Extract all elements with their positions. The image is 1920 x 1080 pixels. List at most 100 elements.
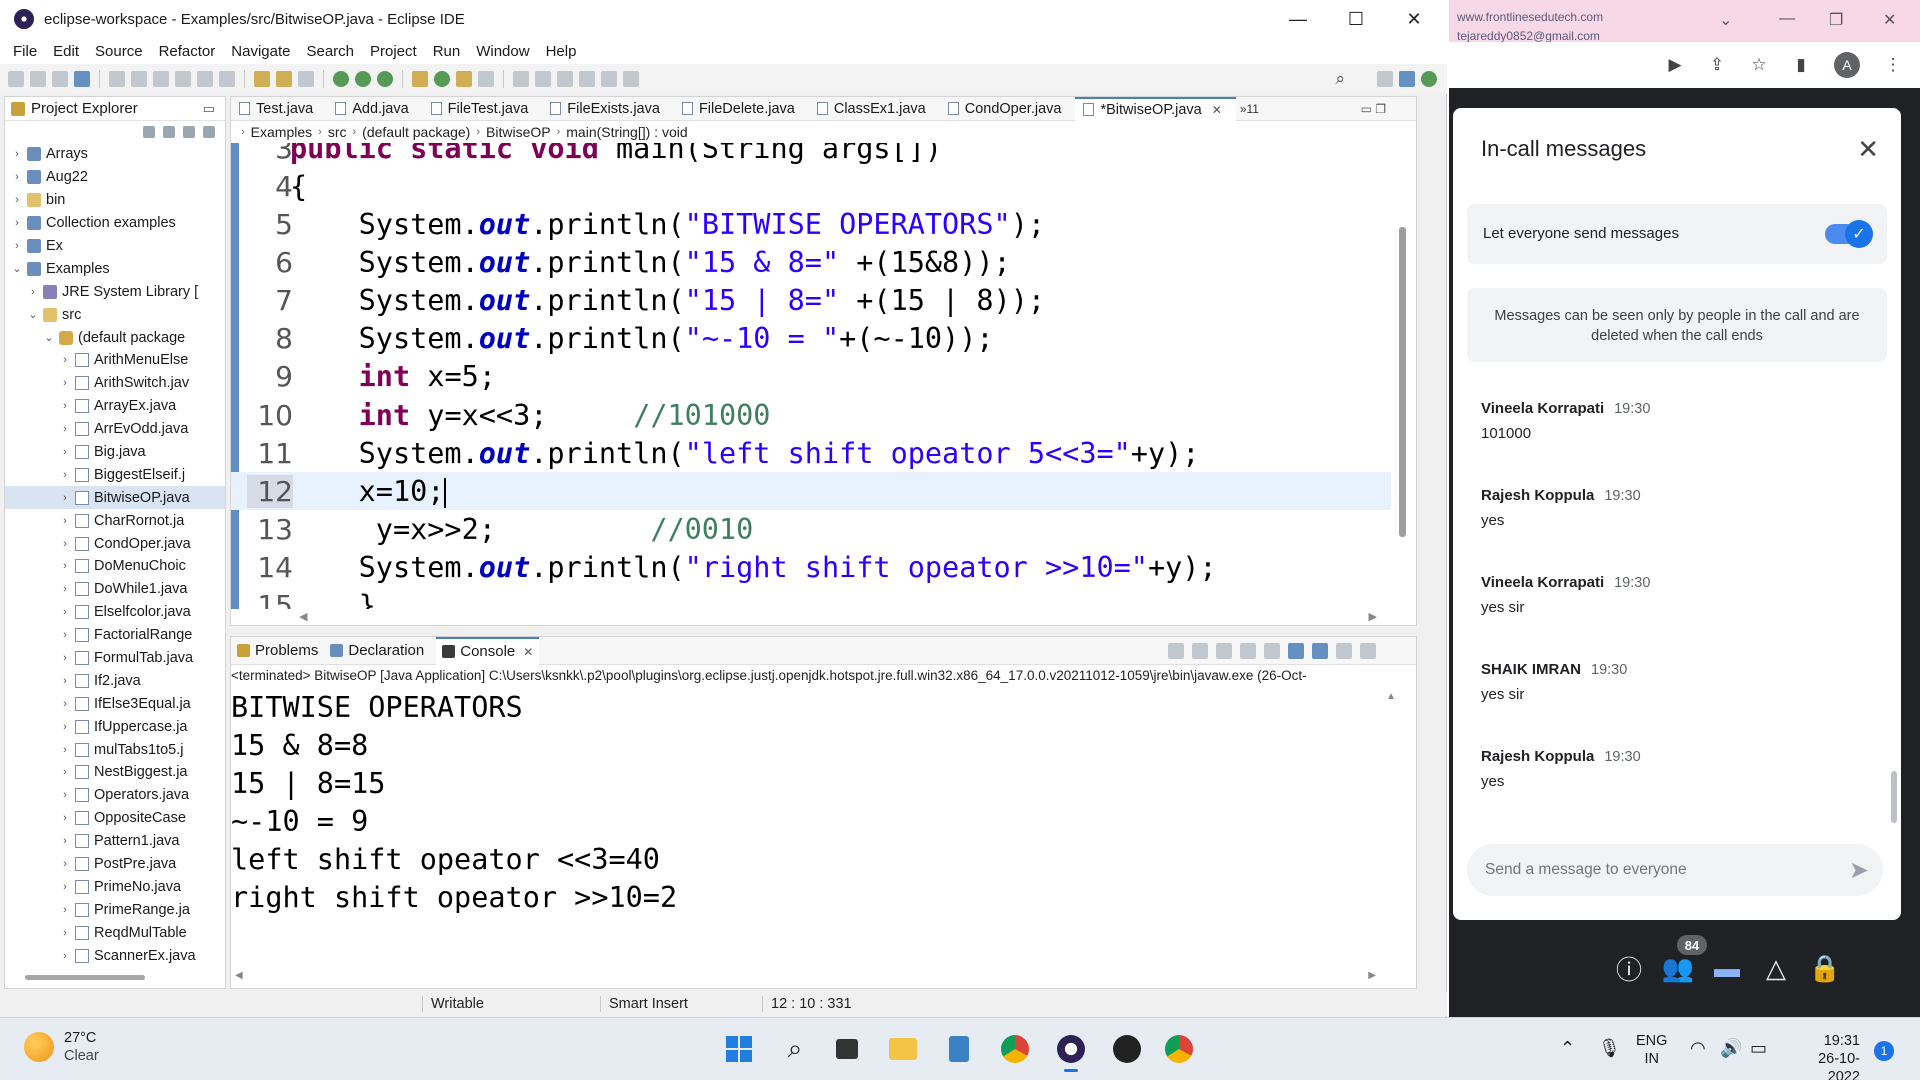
- forward-icon[interactable]: [601, 71, 617, 87]
- tree-item[interactable]: › Collection examples: [5, 212, 225, 235]
- browser-minimize-button[interactable]: —: [1779, 10, 1795, 28]
- tree-item[interactable]: › PrimeNo.java: [5, 876, 225, 899]
- code-line[interactable]: 10 int y=x<<3; //101000: [231, 396, 1391, 434]
- scroll-right-icon[interactable]: ▶: [1369, 610, 1377, 623]
- code-line[interactable]: 14 System.out.println("right shift opeat…: [231, 549, 1391, 587]
- collapsed-arrow-icon[interactable]: ›: [27, 286, 39, 298]
- pin-console-icon[interactable]: [1312, 642, 1328, 659]
- eclipse-taskbar-button[interactable]: [1052, 1030, 1090, 1072]
- coverage-icon[interactable]: [377, 71, 393, 87]
- collapsed-arrow-icon[interactable]: ›: [59, 652, 71, 664]
- collapsed-arrow-icon[interactable]: ›: [59, 377, 71, 389]
- menu-help[interactable]: Help: [546, 43, 577, 60]
- collapsed-arrow-icon[interactable]: ›: [11, 148, 23, 160]
- tree-item[interactable]: › ReqdMulTable: [5, 921, 225, 944]
- code-line[interactable]: 13 y=x>>2; //0010: [231, 511, 1391, 549]
- notification-badge[interactable]: 1: [1874, 1041, 1894, 1061]
- run-icon[interactable]: [333, 71, 349, 87]
- tree-item[interactable]: › ArithSwitch.jav: [5, 372, 225, 395]
- start-button[interactable]: [720, 1030, 758, 1068]
- collapsed-arrow-icon[interactable]: ›: [59, 812, 71, 824]
- tree-item[interactable]: ⌄ (default package: [5, 326, 225, 349]
- collapsed-arrow-icon[interactable]: ›: [59, 835, 71, 847]
- collapsed-arrow-icon[interactable]: ›: [59, 560, 71, 572]
- tree-item[interactable]: › PrimeRange.ja: [5, 898, 225, 921]
- debug-perspective-icon[interactable]: [1421, 71, 1437, 87]
- collapsed-arrow-icon[interactable]: ›: [59, 515, 71, 527]
- collapsed-arrow-icon[interactable]: ›: [59, 400, 71, 412]
- profile-avatar[interactable]: A: [1834, 52, 1860, 78]
- explorer-hscroll[interactable]: [25, 975, 145, 980]
- skip-breakpoints-icon[interactable]: [109, 71, 125, 87]
- message-input[interactable]: [1485, 858, 1815, 882]
- allow-messages-toggle[interactable]: ✓: [1825, 220, 1873, 248]
- bookmark-star-icon[interactable]: ☆: [1750, 55, 1768, 74]
- tree-item[interactable]: › DoWhile1.java: [5, 578, 225, 601]
- step-over-icon[interactable]: [219, 71, 235, 87]
- tree-item[interactable]: › Operators.java: [5, 784, 225, 807]
- tree-item[interactable]: › ArrayEx.java: [5, 395, 225, 418]
- console-output[interactable]: BITWISE OPERATORS 15 & 8=8 15 | 8=15 ~-10 =…: [231, 689, 1381, 917]
- console-hscroll[interactable]: ◀ ▶: [231, 970, 1416, 986]
- collapsed-arrow-icon[interactable]: ›: [59, 606, 71, 618]
- collapsed-arrow-icon[interactable]: ›: [59, 354, 71, 366]
- console-scroll-left-icon[interactable]: ◀: [235, 970, 243, 986]
- editor-tab[interactable]: Test.java: [231, 97, 327, 121]
- code-line[interactable]: 12 x=10;: [231, 472, 1391, 511]
- breadcrumb-item[interactable]: Examples: [251, 124, 312, 140]
- tree-item[interactable]: ⌄ src: [5, 303, 225, 326]
- tree-item[interactable]: › mulTabs1to5.j: [5, 738, 225, 761]
- tree-item[interactable]: › CondOper.java: [5, 532, 225, 555]
- chat-icon[interactable]: ▬: [1711, 952, 1743, 984]
- save-icon[interactable]: [30, 71, 46, 87]
- collapsed-arrow-icon[interactable]: ›: [59, 881, 71, 893]
- close-icon[interactable]: ✕: [1857, 134, 1879, 165]
- collapsed-arrow-icon[interactable]: ›: [11, 171, 23, 183]
- tree-item[interactable]: › Pattern1.java: [5, 830, 225, 853]
- browser-restore-button[interactable]: ❐: [1829, 10, 1843, 30]
- clear-console-icon[interactable]: [1240, 642, 1256, 659]
- weather-widget[interactable]: 27°C Clear: [24, 1030, 99, 1064]
- code-line[interactable]: 6 System.out.println("15 & 8=" +(15&8));: [231, 243, 1391, 281]
- file-explorer-button[interactable]: [884, 1030, 922, 1068]
- filter-icon[interactable]: [183, 126, 195, 138]
- tree-item[interactable]: › bin: [5, 189, 225, 212]
- collapsed-arrow-icon[interactable]: ›: [11, 194, 23, 206]
- editor-tab[interactable]: CondOper.java: [940, 97, 1076, 121]
- expanded-arrow-icon[interactable]: ⌄: [43, 331, 55, 344]
- remove-all-icon[interactable]: [1216, 642, 1232, 659]
- editor-tab[interactable]: FileDelete.java: [674, 97, 809, 121]
- tree-item[interactable]: › Aug22: [5, 166, 225, 189]
- breadcrumb-item[interactable]: main(String[]) : void: [566, 124, 687, 140]
- console-vscroll[interactable]: ▲: [1386, 691, 1396, 702]
- tree-item[interactable]: › OppositeCase: [5, 807, 225, 830]
- language-indicator[interactable]: ENG IN: [1636, 1032, 1667, 1068]
- people-icon[interactable]: 👥: [1662, 952, 1694, 984]
- chrome-profile-button[interactable]: [996, 1030, 1034, 1068]
- open-type-icon[interactable]: [254, 71, 270, 87]
- resume-icon[interactable]: [131, 71, 147, 87]
- menu-source[interactable]: Source: [95, 43, 143, 60]
- view-menu-icon[interactable]: [203, 126, 215, 138]
- code-line[interactable]: 4{: [231, 167, 1391, 205]
- editor-tab[interactable]: Add.java: [327, 97, 422, 121]
- search-icon[interactable]: ⌕: [1335, 69, 1345, 89]
- link-editor-icon[interactable]: [163, 126, 175, 138]
- tab-console[interactable]: Console ✕: [436, 636, 540, 665]
- new-class-icon[interactable]: [434, 71, 450, 87]
- next-annotation-icon[interactable]: [513, 71, 529, 87]
- word-wrap-icon[interactable]: [1288, 642, 1304, 659]
- suspend-icon[interactable]: [153, 71, 169, 87]
- collapsed-arrow-icon[interactable]: ›: [59, 698, 71, 710]
- editor-tab[interactable]: FileTest.java: [423, 97, 543, 121]
- collapsed-arrow-icon[interactable]: ›: [59, 446, 71, 458]
- task-view-button[interactable]: [828, 1030, 866, 1068]
- back-icon[interactable]: [579, 71, 595, 87]
- collapsed-arrow-icon[interactable]: ›: [59, 469, 71, 481]
- collapsed-arrow-icon[interactable]: ›: [59, 766, 71, 778]
- code-line[interactable]: 8 System.out.println("~-10 = "+(~-10));: [231, 320, 1391, 358]
- code-line[interactable]: 5 System.out.println("BITWISE OPERATORS"…: [231, 205, 1391, 243]
- editor-vscroll[interactable]: [1399, 227, 1406, 537]
- menu-navigate[interactable]: Navigate: [231, 43, 290, 60]
- notepad-button[interactable]: [940, 1030, 978, 1068]
